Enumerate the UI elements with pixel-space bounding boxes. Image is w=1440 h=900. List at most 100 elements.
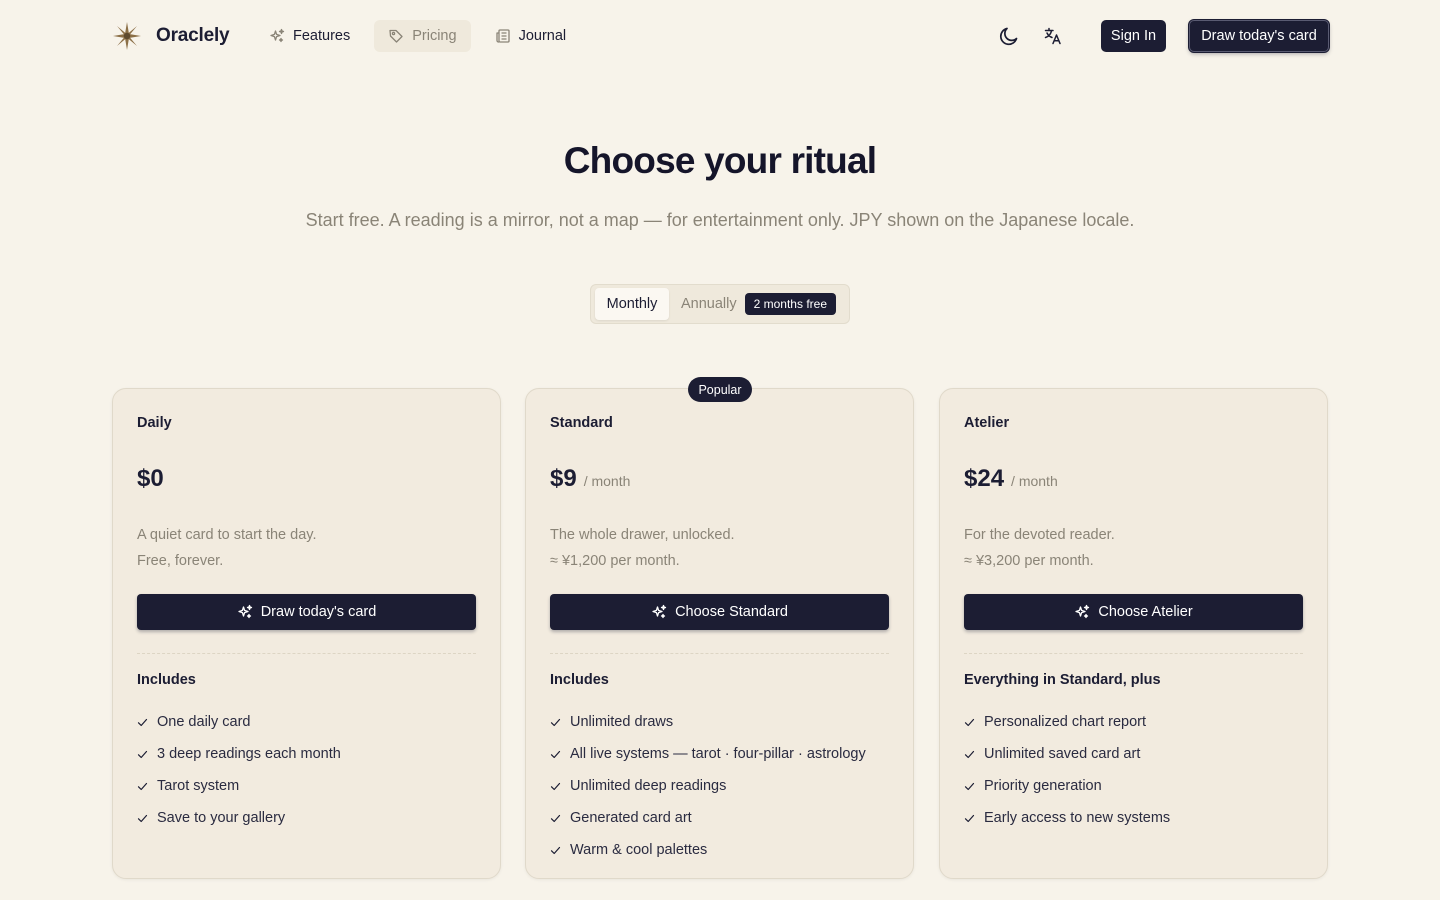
includes-title: Everything in Standard, plus xyxy=(964,672,1161,688)
sparkles-icon xyxy=(1075,604,1090,619)
plan-description: The whole drawer, unlocked. xyxy=(550,527,735,543)
sign-in-button[interactable]: Sign In xyxy=(1101,20,1166,52)
nav-features-label: Features xyxy=(293,28,351,44)
site-header: Oraclely Features Pricing Journal Sign I… xyxy=(0,0,1440,72)
plan-note: ≈ ¥3,200 per month. xyxy=(964,553,1094,569)
feature-label: Unlimited saved card art xyxy=(984,746,1141,762)
feature-item: Unlimited draws xyxy=(550,706,866,738)
check-icon xyxy=(964,782,975,790)
feature-label: Generated card art xyxy=(570,810,692,826)
button-label: Choose Standard xyxy=(675,604,788,620)
discount-badge: 2 months free xyxy=(744,293,836,315)
popular-badge: Popular xyxy=(688,377,752,402)
feature-label: One daily card xyxy=(157,714,251,730)
divider xyxy=(550,653,889,654)
feature-item: Unlimited saved card art xyxy=(964,738,1170,770)
nav-features[interactable]: Features xyxy=(255,20,364,52)
feature-item: Priority generation xyxy=(964,770,1170,802)
check-icon xyxy=(137,782,148,790)
brand-logo[interactable]: Oraclely xyxy=(112,20,230,52)
nav-journal[interactable]: Journal xyxy=(481,20,581,52)
plan-card-standard: Popular Standard $9 / month The whole dr… xyxy=(525,377,914,879)
plan-note: Free, forever. xyxy=(137,553,224,569)
plan-description: For the devoted reader. xyxy=(964,527,1115,543)
billing-annually-option[interactable]: Annually 2 months free xyxy=(669,288,844,320)
page-title: Choose your ritual xyxy=(563,140,877,181)
choose-atelier-button[interactable]: Choose Atelier xyxy=(964,594,1303,630)
feature-item: Early access to new systems xyxy=(964,802,1170,834)
price-row: $0 xyxy=(137,465,164,493)
feature-item: All live systems — tarot · four-pillar ·… xyxy=(550,738,866,770)
feature-list: Unlimited draws All live systems — tarot… xyxy=(550,706,866,866)
nav-pricing[interactable]: Pricing xyxy=(374,20,471,52)
plan-price: $9 xyxy=(550,465,577,492)
feature-label: Save to your gallery xyxy=(157,810,286,826)
nav-pricing-label: Pricing xyxy=(412,28,457,44)
includes-title: Includes xyxy=(137,672,196,688)
feature-label: Warm & cool palettes xyxy=(570,842,708,858)
theme-toggle-button[interactable] xyxy=(993,20,1025,52)
feature-label: Early access to new systems xyxy=(984,810,1171,826)
draw-card-plan-button[interactable]: Draw today's card xyxy=(137,594,476,630)
feature-list: One daily card 3 deep readings each mont… xyxy=(137,706,341,834)
sparkles-icon xyxy=(652,604,667,619)
nav-journal-label: Journal xyxy=(518,28,567,44)
feature-list: Personalized chart report Unlimited save… xyxy=(964,706,1170,834)
check-icon xyxy=(137,814,148,822)
language-button[interactable] xyxy=(1037,20,1069,52)
plan-card-daily: Daily $0 A quiet card to start the day. … xyxy=(112,388,501,879)
feature-label: 3 deep readings each month xyxy=(157,746,341,762)
feature-label: Unlimited deep readings xyxy=(570,778,727,794)
includes-title: Includes xyxy=(550,672,609,688)
divider xyxy=(964,653,1303,654)
check-icon xyxy=(550,814,561,822)
compass-star-icon xyxy=(113,22,141,50)
feature-item: Personalized chart report xyxy=(964,706,1170,738)
feature-item: Tarot system xyxy=(137,770,341,802)
button-label: Draw today's card xyxy=(260,604,377,620)
main-nav: Features Pricing Journal xyxy=(255,20,590,52)
moon-icon xyxy=(999,27,1018,46)
check-icon xyxy=(550,782,561,790)
feature-item: One daily card xyxy=(137,706,341,738)
check-icon xyxy=(550,718,561,726)
page-subtitle: Start free. A reading is a mirror, not a… xyxy=(305,210,1135,230)
billing-toggle: Monthly Annually 2 months free xyxy=(590,284,850,324)
check-icon xyxy=(964,718,975,726)
feature-item: 3 deep readings each month xyxy=(137,738,341,770)
draw-card-header-button[interactable]: Draw today's card xyxy=(1189,20,1329,52)
sparkles-icon xyxy=(238,604,252,619)
sparkles-icon xyxy=(270,28,285,43)
plan-period: / month xyxy=(1011,473,1058,489)
billing-annually-label: Annually xyxy=(681,296,737,312)
feature-label: Personalized chart report xyxy=(984,714,1146,730)
button-label: Choose Atelier xyxy=(1098,604,1193,620)
plan-price: $24 xyxy=(964,465,1005,492)
plan-note: ≈ ¥1,200 per month. xyxy=(550,553,680,569)
check-icon xyxy=(964,750,975,758)
check-icon xyxy=(137,718,148,726)
feature-label: Priority generation xyxy=(984,778,1102,794)
billing-monthly-option[interactable]: Monthly xyxy=(595,288,669,320)
plan-period: / month xyxy=(583,473,631,489)
feature-item: Unlimited deep readings xyxy=(550,770,866,802)
newspaper-icon xyxy=(495,29,510,43)
check-icon xyxy=(550,750,561,758)
brand-name: Oraclely xyxy=(156,25,230,46)
check-icon xyxy=(550,846,561,854)
divider xyxy=(137,653,476,654)
price-row: $24 / month xyxy=(964,465,1058,493)
feature-label: Tarot system xyxy=(157,778,240,794)
plan-name: Atelier xyxy=(964,415,1010,431)
feature-label: All live systems — tarot · four-pillar ·… xyxy=(570,746,866,762)
check-icon xyxy=(137,750,148,758)
check-icon xyxy=(964,814,975,822)
plan-name: Standard xyxy=(550,415,613,431)
plan-card-atelier: Atelier $24 / month For the devoted read… xyxy=(939,388,1328,879)
feature-item: Warm & cool palettes xyxy=(550,834,866,866)
feature-label: Unlimited draws xyxy=(570,714,674,730)
feature-item: Save to your gallery xyxy=(137,802,341,834)
plan-description: A quiet card to start the day. xyxy=(137,527,317,543)
choose-standard-button[interactable]: Choose Standard xyxy=(550,594,889,630)
feature-item: Generated card art xyxy=(550,802,866,834)
